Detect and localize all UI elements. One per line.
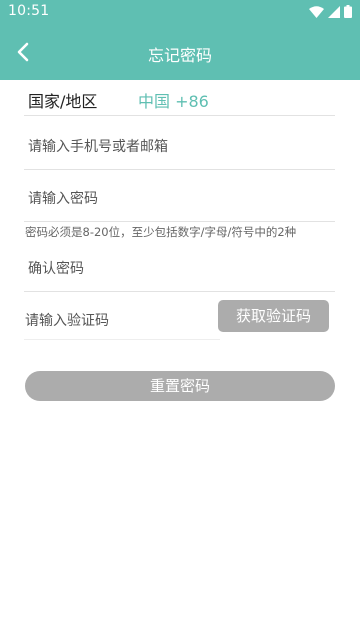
app-bar: 忘记密码 [0, 24, 360, 80]
verification-code-placeholder: 请输入验证码 [25, 313, 109, 329]
region-value[interactable]: 中国 +86 [138, 88, 209, 112]
account-field[interactable]: 请输入手机号或者邮箱 [24, 118, 335, 170]
confirm-password-field[interactable]: 确认密码 [24, 240, 335, 292]
confirm-password-placeholder: 确认密码 [28, 261, 84, 277]
region-selector[interactable]: 国家/地区 中国 +86 [24, 80, 335, 116]
page-title: 忘记密码 [147, 46, 212, 65]
verification-code-field[interactable]: 请输入验证码 [24, 296, 220, 340]
signal-icon [328, 5, 340, 18]
password-hint: 密码必须是8-20位，至少包括数字/字母/符号中的2种 [25, 225, 297, 239]
status-bar: 10:51 [0, 0, 360, 24]
password-field[interactable]: 请输入密码 [24, 170, 335, 222]
wifi-icon [309, 5, 324, 18]
account-placeholder: 请输入手机号或者邮箱 [28, 139, 168, 155]
battery-icon [344, 5, 352, 18]
region-label: 国家/地区 [28, 92, 98, 111]
status-time: 10:51 [8, 3, 50, 19]
get-code-button[interactable]: 获取验证码 [218, 300, 329, 332]
status-icons [309, 5, 352, 18]
password-placeholder: 请输入密码 [28, 191, 98, 207]
reset-password-button[interactable]: 重置密码 [25, 371, 335, 401]
